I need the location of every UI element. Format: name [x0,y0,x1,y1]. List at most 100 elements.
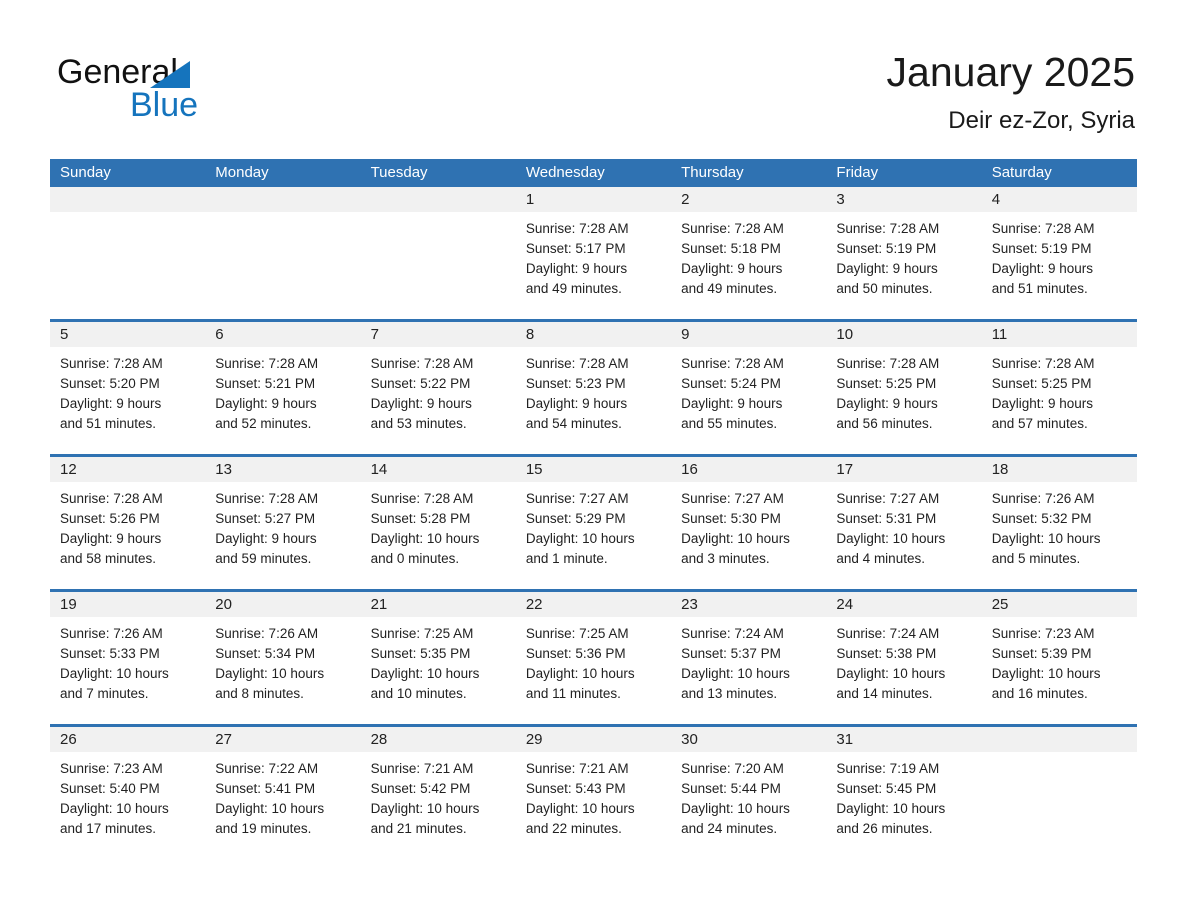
calendar-day-cell-23[interactable]: 23 Sunrise: 7:24 AM Sunset: 5:37 PM Dayligh… [671,592,827,714]
day-detail-line: Daylight: 10 hours [60,666,169,681]
calendar-day-cell-17[interactable]: 17 Sunrise: 7:27 AM Sunset: 5:31 PM Dayligh… [826,457,982,579]
day-detail-line: Sunrise: 7:28 AM [215,356,319,371]
day-sun-details: Sunrise: 7:20 AM Sunset: 5:44 PM Daylight:… [671,752,826,839]
calendar-day-cell-21[interactable]: 21 Sunrise: 7:25 AM Sunset: 5:35 PM Dayligh… [360,592,516,714]
calendar-day-cell-9[interactable]: 9 Sunrise: 7:28 AM Sunset: 5:24 PM Daylight… [671,322,827,444]
day-detail-line: Sunset: 5:27 PM [215,511,316,526]
calendar-week-row: 5 Sunrise: 7:28 AM Sunset: 5:20 PM Daylight… [50,319,1137,444]
day-sun-details: Sunrise: 7:28 AM Sunset: 5:20 PM Daylight:… [50,347,205,434]
day-detail-line: Sunset: 5:31 PM [836,511,937,526]
day-number: 24 [826,592,982,617]
day-detail-line: Daylight: 9 hours [215,531,317,546]
calendar-day-cell-14[interactable]: 14 Sunrise: 7:28 AM Sunset: 5:28 PM Dayligh… [360,457,516,579]
calendar-day-cell-24[interactable]: 24 Sunrise: 7:24 AM Sunset: 5:38 PM Dayligh… [826,592,982,714]
day-sun-details: Sunrise: 7:22 AM Sunset: 5:41 PM Daylight:… [205,752,360,839]
day-sun-details: Sunrise: 7:21 AM Sunset: 5:42 PM Daylight:… [361,752,516,839]
day-detail-line: Sunrise: 7:21 AM [525,761,629,776]
day-detail-line: Sunrise: 7:19 AM [836,761,940,776]
calendar-day-cell-29[interactable]: 29 Sunrise: 7:21 AM Sunset: 5:43 PM Dayligh… [515,727,672,849]
calendar-day-cell-12[interactable]: 12 Sunrise: 7:28 AM Sunset: 5:26 PM Dayligh… [50,457,206,579]
day-detail-line: Sunset: 5:25 PM [991,376,1092,391]
day-detail-line: Daylight: 10 hours [525,531,635,546]
day-detail-line: Sunset: 5:43 PM [525,781,626,796]
calendar-day-cell-5[interactable]: 5 Sunrise: 7:28 AM Sunset: 5:20 PM Daylight… [50,322,206,444]
day-detail-line: Sunset: 5:37 PM [681,646,781,661]
day-sun-details [361,212,516,219]
calendar-day-cell-31[interactable]: 31 Sunrise: 7:19 AM Sunset: 5:45 PM Dayligh… [826,727,982,849]
general-blue-logo[interactable]: General Blue [57,54,317,132]
calendar-day-cell-3[interactable]: 3 Sunrise: 7:28 AM Sunset: 5:19 PM Daylight… [826,187,982,309]
day-detail-line: Sunset: 5:41 PM [215,781,316,796]
day-detail-line: and 55 minutes. [681,416,778,431]
day-detail-line: Sunrise: 7:20 AM [681,761,784,776]
calendar-week-row: 26 Sunrise: 7:23 AM Sunset: 5:40 PM Dayligh… [50,724,1137,849]
calendar-day-cell-15[interactable]: 15 Sunrise: 7:27 AM Sunset: 5:29 PM Dayligh… [515,457,672,579]
calendar-day-cell-6[interactable]: 6 Sunrise: 7:28 AM Sunset: 5:21 PM Daylight… [205,322,361,444]
calendar-day-cell-28[interactable]: 28 Sunrise: 7:21 AM Sunset: 5:42 PM Dayligh… [360,727,516,849]
day-detail-line: and 19 minutes. [215,821,312,836]
page-header: General Blue January 2025 Deir ez-Zor, S… [0,0,1188,150]
day-detail-line: Daylight: 9 hours [60,396,162,411]
day-detail-line: and 24 minutes. [681,821,778,836]
calendar-day-cell-22[interactable]: 22 Sunrise: 7:25 AM Sunset: 5:36 PM Dayligh… [515,592,672,714]
day-detail-line: and 58 minutes. [60,551,157,566]
day-number: 15 [515,457,672,482]
day-detail-line: and 21 minutes. [370,821,467,836]
calendar-day-cell-16[interactable]: 16 Sunrise: 7:27 AM Sunset: 5:30 PM Dayligh… [671,457,827,579]
day-detail-line: Sunrise: 7:27 AM [525,491,629,506]
calendar-day-cell-20[interactable]: 20 Sunrise: 7:26 AM Sunset: 5:34 PM Dayligh… [205,592,361,714]
day-number: 22 [515,592,672,617]
calendar-day-cell-4[interactable]: 4 Sunrise: 7:28 AM Sunset: 5:19 PM Daylight… [981,187,1137,309]
day-sun-details: Sunrise: 7:26 AM Sunset: 5:34 PM Daylight:… [205,617,360,704]
day-detail-line: Daylight: 10 hours [60,801,169,816]
calendar-day-cell-empty [205,187,361,309]
day-number: 28 [360,727,516,752]
day-detail-line: Sunrise: 7:28 AM [525,221,629,236]
day-detail-line: Sunset: 5:33 PM [60,646,160,661]
calendar-day-cell-30[interactable]: 30 Sunrise: 7:20 AM Sunset: 5:44 PM Dayligh… [671,727,827,849]
day-detail-line: and 53 minutes. [370,416,467,431]
day-detail-line: Sunrise: 7:24 AM [681,626,784,641]
day-detail-line: Daylight: 10 hours [836,666,946,681]
day-detail-line: Sunrise: 7:28 AM [215,491,319,506]
day-number: 30 [671,727,827,752]
day-number: 11 [981,322,1137,347]
day-number: 9 [671,322,827,347]
calendar-day-cell-10[interactable]: 10 Sunrise: 7:28 AM Sunset: 5:25 PM Dayligh… [826,322,982,444]
calendar-day-cell-19[interactable]: 19 Sunrise: 7:26 AM Sunset: 5:33 PM Dayligh… [50,592,206,714]
calendar-day-cell-2[interactable]: 2 Sunrise: 7:28 AM Sunset: 5:18 PM Daylight… [671,187,827,309]
day-detail-line: Sunrise: 7:28 AM [681,356,784,371]
day-detail-line: Sunset: 5:39 PM [991,646,1092,661]
day-detail-line: Daylight: 9 hours [836,396,938,411]
day-of-week-friday: Friday [836,164,879,181]
calendar-day-cell-25[interactable]: 25 Sunrise: 7:23 AM Sunset: 5:39 PM Dayligh… [981,592,1137,714]
calendar-day-cell-26[interactable]: 26 Sunrise: 7:23 AM Sunset: 5:40 PM Dayligh… [50,727,206,849]
day-detail-line: Sunset: 5:19 PM [836,241,937,256]
day-detail-line: Sunset: 5:32 PM [991,511,1092,526]
day-detail-line: Sunrise: 7:25 AM [525,626,629,641]
calendar-day-cell-27[interactable]: 27 Sunrise: 7:22 AM Sunset: 5:41 PM Dayligh… [205,727,361,849]
day-detail-line: Daylight: 10 hours [991,531,1101,546]
day-sun-details: Sunrise: 7:21 AM Sunset: 5:43 PM Daylight:… [516,752,671,839]
day-detail-line: Daylight: 10 hours [370,801,480,816]
calendar-day-cell-13[interactable]: 13 Sunrise: 7:28 AM Sunset: 5:27 PM Dayligh… [205,457,361,579]
day-detail-line: Sunrise: 7:27 AM [681,491,784,506]
calendar-day-cell-18[interactable]: 18 Sunrise: 7:26 AM Sunset: 5:32 PM Dayligh… [981,457,1137,579]
day-number [981,727,1137,752]
day-of-week-sunday: Sunday [60,164,111,181]
day-detail-line: and 50 minutes. [836,281,933,296]
day-detail-line: Daylight: 9 hours [525,396,628,411]
calendar-day-cell-8[interactable]: 8 Sunrise: 7:28 AM Sunset: 5:23 PM Daylight… [515,322,672,444]
day-detail-line: Daylight: 9 hours [370,396,472,411]
day-of-week-monday: Monday [215,164,269,181]
day-detail-line: Sunset: 5:26 PM [60,511,160,526]
calendar-day-cell-1[interactable]: 1 Sunrise: 7:28 AM Sunset: 5:17 PM Daylight… [515,187,672,309]
day-sun-details: Sunrise: 7:27 AM Sunset: 5:30 PM Daylight:… [671,482,826,569]
day-number [360,187,516,212]
page-title: January 2025 [886,49,1135,95]
calendar-day-cell-7[interactable]: 7 Sunrise: 7:28 AM Sunset: 5:22 PM Daylight… [360,322,516,444]
calendar-grid: Sunday Monday Tuesday Wednesday Thursday Frid… [50,159,1137,849]
day-detail-line: Sunset: 5:22 PM [370,376,471,391]
day-detail-line: Sunset: 5:23 PM [525,376,626,391]
calendar-day-cell-11[interactable]: 11 Sunrise: 7:28 AM Sunset: 5:25 PM Dayligh… [981,322,1137,444]
